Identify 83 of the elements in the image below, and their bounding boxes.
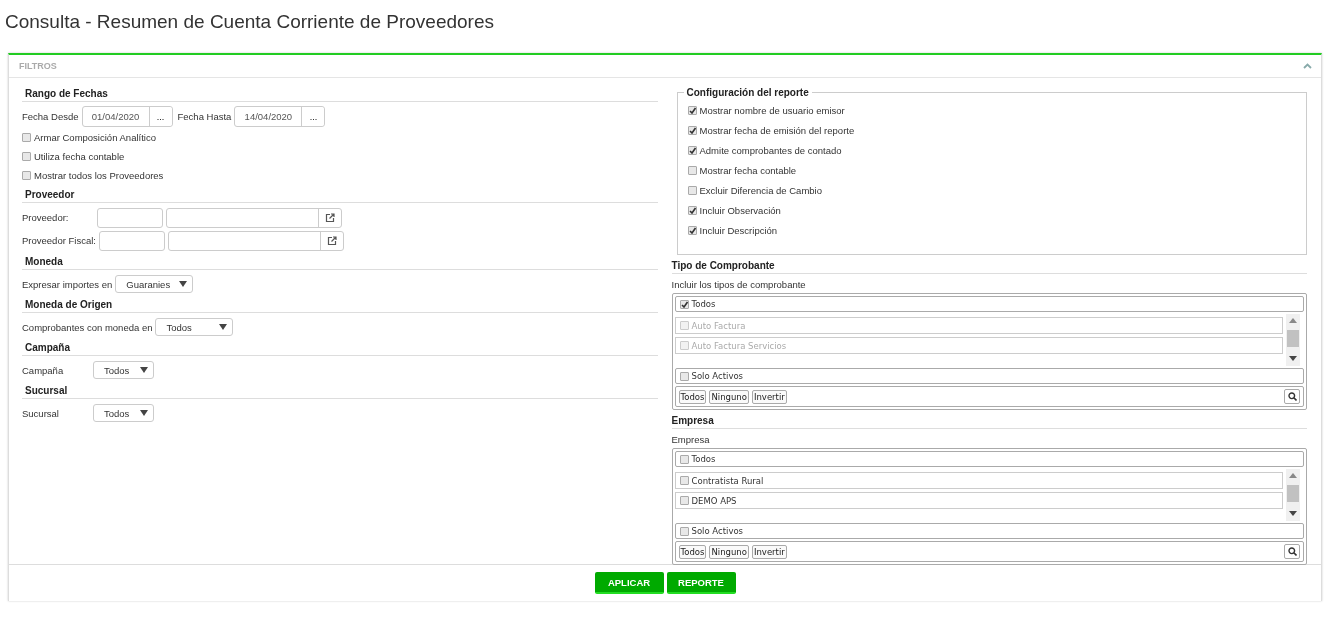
checkbox[interactable] — [687, 125, 697, 135]
checkbox[interactable] — [679, 526, 689, 536]
select-action-button[interactable]: Invertir — [751, 389, 787, 404]
checkbox-label: Solo Activos — [691, 526, 744, 536]
collapse-icon[interactable] — [1303, 63, 1312, 69]
checkbox[interactable] — [687, 105, 697, 115]
date-field[interactable]: 01/04/2020 — [82, 107, 150, 126]
checkbox[interactable] — [679, 299, 689, 309]
checkbox[interactable] — [687, 225, 697, 235]
scrollbar — [1286, 314, 1300, 366]
section-heading: Sucursal — [22, 381, 658, 399]
checkbox[interactable] — [679, 454, 689, 464]
checkbox[interactable] — [687, 145, 697, 155]
external-link-icon — [326, 235, 337, 246]
checkbox-label: Mostrar nombre de usuario emisor — [699, 104, 845, 116]
checkbox-label: Contratista Rural — [691, 475, 764, 486]
section-heading: Rango de Fechas — [22, 84, 658, 102]
checkbox-label: Todos — [691, 454, 716, 464]
dropdown-icon — [140, 410, 148, 416]
select-field[interactable]: Todos — [155, 318, 234, 336]
search-button[interactable] — [1284, 389, 1300, 404]
checkbox-label: DEMO APS — [691, 495, 737, 506]
checkbox[interactable] — [687, 185, 697, 195]
checkbox-label: Solo Activos — [691, 371, 744, 381]
checkbox-label: Utiliza fecha contable — [34, 151, 125, 162]
checkbox[interactable] — [22, 152, 31, 161]
checkbox-label: Armar Composición Analítico — [34, 132, 156, 143]
checkbox-label: Incluir Descripción — [699, 224, 778, 236]
field-label: Proveedor: — [22, 212, 70, 223]
code-field[interactable] — [98, 230, 165, 251]
search-icon — [1287, 392, 1297, 401]
dropdown-icon — [219, 324, 228, 330]
field-label: Campaña — [22, 364, 65, 376]
field-label: Sucursal — [22, 407, 60, 419]
field-label: Expresar importes en — [22, 278, 113, 290]
select-action-button[interactable]: Ninguno — [709, 389, 749, 404]
section-heading: Empresa — [671, 411, 1307, 429]
field-label: Fecha Hasta — [177, 111, 232, 122]
panel-title: FILTROS — [19, 61, 57, 71]
dropdown-icon — [140, 367, 148, 373]
checkbox[interactable] — [22, 171, 31, 180]
select-field[interactable]: Todos — [93, 404, 154, 422]
field-label: Proveedor Fiscal: — [22, 235, 96, 246]
scrollbar — [1286, 469, 1300, 521]
fieldset-legend: Configuración del reporte — [683, 87, 812, 98]
name-field[interactable] — [167, 230, 344, 251]
name-field[interactable] — [166, 207, 342, 228]
checkbox-label: Excluir Diferencia de Cambio — [699, 184, 822, 196]
dropdown-icon — [179, 281, 188, 287]
section-heading: Tipo de Comprobante — [671, 256, 1307, 274]
checkbox-label: Incluir Observación — [699, 204, 781, 216]
select-action-button[interactable]: Ninguno — [709, 544, 749, 559]
code-field[interactable] — [97, 207, 163, 228]
checkbox-label: Mostrar fecha contable — [699, 164, 797, 176]
checkbox-label: Todos — [691, 299, 716, 309]
checkbox-label: Mostrar todos los Proveedores — [34, 170, 164, 181]
select-action-button[interactable]: Todos — [678, 389, 707, 404]
checkbox[interactable] — [679, 476, 689, 485]
select-field[interactable]: Todos — [93, 361, 154, 379]
checkbox[interactable] — [687, 205, 697, 215]
field-label: Fecha Desde — [22, 111, 79, 122]
checkbox-label: Mostrar fecha de emisión del reporte — [699, 124, 855, 136]
checkbox[interactable] — [679, 371, 689, 381]
select-action-button[interactable]: Invertir — [751, 544, 787, 559]
field-label: Comprobantes con moneda en — [22, 321, 153, 333]
section-heading: Campaña — [22, 338, 658, 356]
checkbox-label: Auto Factura Servicios — [691, 340, 787, 351]
search-icon — [1287, 547, 1297, 556]
select-field[interactable]: Guaranies — [115, 275, 194, 293]
checkbox-label: Admite comprobantes de contado — [699, 144, 842, 156]
field-label: Empresa — [671, 433, 711, 447]
external-link-icon — [325, 212, 335, 223]
checkbox[interactable] — [687, 165, 697, 175]
section-heading: Moneda — [22, 252, 658, 270]
checkbox[interactable] — [679, 496, 689, 505]
select-action-button[interactable]: Todos — [678, 544, 707, 559]
search-button[interactable] — [1284, 544, 1300, 559]
page-title: Consulta - Resumen de Cuenta Corriente de Proveedores — [4, 10, 495, 34]
checkbox[interactable] — [22, 133, 31, 142]
section-heading: Moneda de Origen — [22, 295, 658, 313]
checkbox-label: Auto Factura — [691, 320, 746, 331]
field-label: Incluir los tipos de comprobante — [671, 278, 807, 292]
section-heading: Proveedor — [22, 185, 658, 203]
